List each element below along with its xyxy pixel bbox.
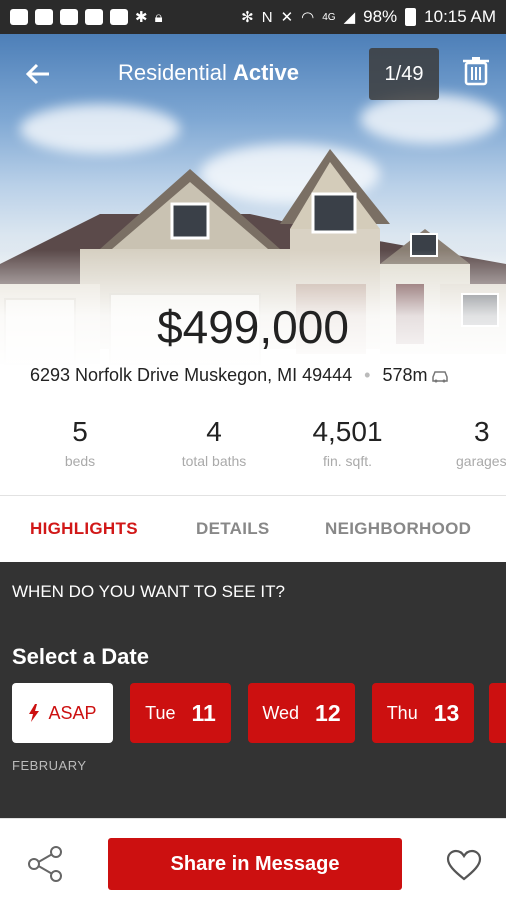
schedule-section: WHEN DO YOU WANT TO SEE IT? Select a Dat… [0,562,506,818]
date-day: Tue [145,702,176,723]
share-icon [28,846,62,882]
image-icon [60,9,78,25]
stat-label: fin. sqft. [322,453,373,469]
tab-neighborhood[interactable]: NEIGHBORHOOD [325,519,471,539]
status-bar: ✱ 🔒︎ ✻ N ✕ ◠ 4G ◢ 98% 10:15 AM [0,0,506,34]
accessibility-icon: ✱ [135,9,148,26]
photo-counter[interactable]: 1/49 [369,48,439,100]
notification-icons: ✱ 🔒︎ [10,8,163,26]
listing-distance: 578m [382,365,428,385]
back-button[interactable] [8,44,68,104]
share-in-message-button[interactable]: Share in Message [108,838,402,890]
address-row: 6293 Norfolk Drive Muskegon, MI 49444 • … [30,365,449,386]
listing-stats: 5 beds 4 total baths 4,501 fin. sqft. 3 … [0,416,506,494]
stat-value: 3 [474,416,490,447]
nfc-icon: N [261,8,273,26]
bluetooth-icon: ✻ [241,9,254,26]
clock: 10:15 AM [424,7,496,26]
network-type-icon: 4G [322,11,336,23]
trash-icon [463,57,489,86]
tab-bar: HIGHLIGHTS DETAILS NEIGHBORHOOD [0,496,506,562]
mute-icon: ✕ [280,9,294,26]
separator-dot: • [364,365,371,385]
battery-percent: 98% [363,7,398,26]
date-number: 13 [433,699,460,726]
stat-baths: 4 total baths [164,416,264,469]
schedule-question: WHEN DO YOU WANT TO SEE IT? [12,582,285,601]
top-bar: Residential Active 1/49 [0,34,506,114]
stat-value: 4,501 [312,416,383,447]
stat-beds: 5 beds [40,416,120,469]
date-button-thu[interactable]: Thu 13 [372,683,474,743]
select-date-heading: Select a Date [12,644,149,669]
asap-button[interactable]: ASAP [12,683,113,743]
date-day: Wed [262,702,300,723]
email-icon [35,9,53,25]
tab-details[interactable]: DETAILS [196,519,270,539]
date-button-wed[interactable]: Wed 12 [248,683,355,743]
delete-button[interactable] [462,56,496,92]
tab-highlights[interactable]: HIGHLIGHTS [30,519,138,539]
message-icon [10,9,28,25]
wifi-icon: ◠ [301,9,315,26]
help-icon [85,9,103,25]
car-icon [431,370,448,382]
share-button[interactable] [26,845,64,888]
heart-icon [446,849,482,881]
stat-label: beds [64,453,96,469]
stat-value: 4 [206,416,222,447]
signal-icon: ◢ [343,9,356,26]
date-button-next[interactable] [489,683,506,743]
battery-icon [405,8,417,26]
bottom-action-bar: Share in Message [0,818,506,900]
back-arrow-icon [25,63,49,85]
stat-value: 5 [72,416,88,447]
page-title: Residential Active [118,60,299,86]
asap-label: ASAP [48,702,97,723]
date-number: 11 [191,699,216,726]
favorite-button[interactable] [446,849,482,886]
lightning-icon [29,704,40,722]
date-button-tue[interactable]: Tue 11 [130,683,231,743]
listing-price: $499,000 [157,301,349,353]
date-day: Thu [386,702,418,723]
lock-icon: 🔒︎ [154,8,163,26]
mail-icon [110,9,128,25]
month-label: FEBRUARY [12,758,87,773]
stat-garages: 3 garages [456,416,506,469]
stat-label: total baths [181,453,247,469]
stat-sqft: 4,501 fin. sqft. [300,416,395,469]
stat-label: garages [456,453,506,469]
listing-status: Active [232,60,300,85]
listing-address[interactable]: 6293 Norfolk Drive Muskegon, MI 49444 [30,365,352,386]
date-number: 12 [315,699,341,726]
listing-type: Residential [118,60,227,85]
